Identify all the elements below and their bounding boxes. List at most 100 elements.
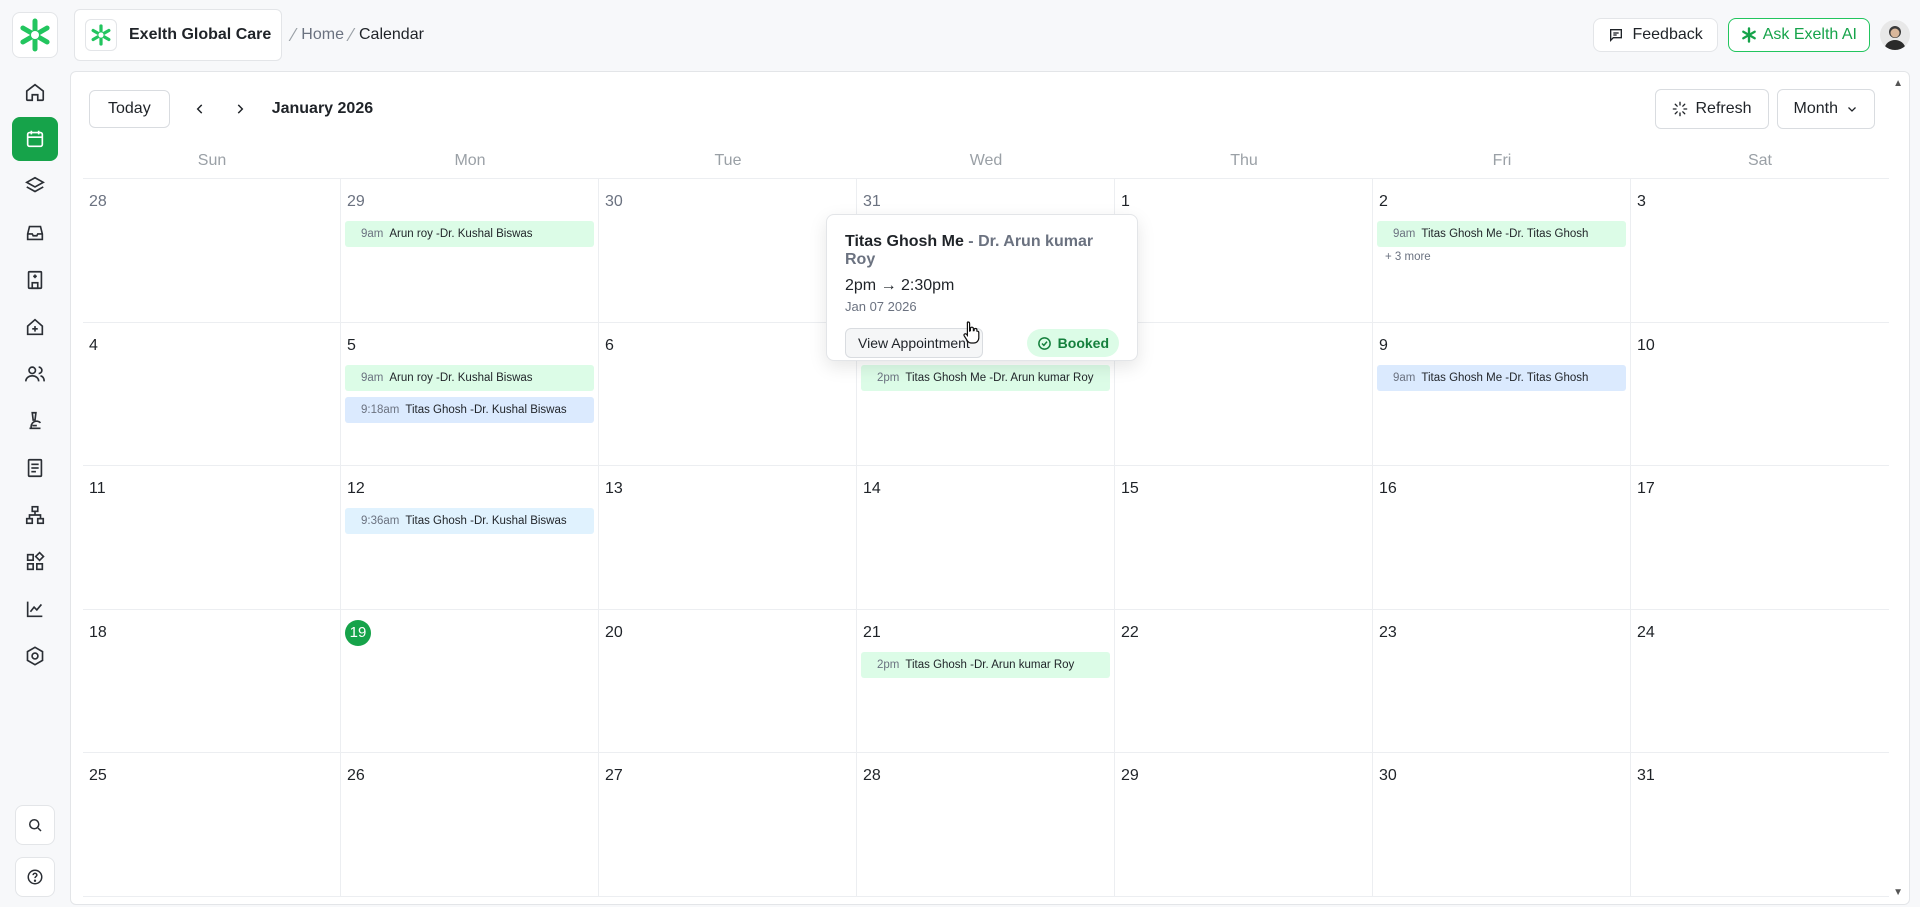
refresh-button[interactable]: Refresh [1654,89,1769,129]
sidebar-item-inbox[interactable] [12,211,58,255]
day-number: 29 [1121,767,1139,785]
day-cell[interactable]: 16 [1373,466,1631,610]
today-button[interactable]: Today [89,90,170,128]
calendar-event[interactable]: 9am Arun roy -Dr. Kushal Biswas [345,221,594,247]
sidebar-item-layers[interactable] [12,164,58,208]
day-number: 9 [1379,336,1388,354]
day-cell[interactable]: 14 [857,466,1115,610]
event-title: Titas Ghosh -Dr. Arun kumar Roy [905,658,1075,671]
day-number: 23 [1379,623,1397,641]
popover-patient: Titas Ghosh Me [845,233,964,250]
day-cell[interactable]: 28 [857,753,1115,897]
calendar-event[interactable]: 2pm Titas Ghosh Me -Dr. Arun kumar Roy [861,364,1110,391]
day-cell[interactable]: 29 9am Arun roy -Dr. Kushal Biswas [341,179,599,323]
breadcrumb-home[interactable]: Home [301,26,344,44]
calendar-event[interactable]: 9:36am Titas Ghosh -Dr. Kushal Biswas [345,508,594,535]
day-cell[interactable]: 8 [1115,322,1373,467]
weekday-label: Sat [1747,152,1772,169]
popover-date: Jan 07 2026 [845,299,917,314]
day-cell[interactable]: 6 [599,322,857,467]
day-cell[interactable]: 30 [1373,753,1631,897]
view-select[interactable]: Month [1776,89,1875,129]
day-cell[interactable]: 1 [1115,179,1373,323]
sidebar-item-users[interactable] [12,352,58,396]
hierarchy-icon [25,505,45,525]
sidebar-item-widgets[interactable] [12,540,58,584]
feedback-button[interactable]: Feedback [1593,18,1718,52]
prev-month-button[interactable] [182,91,218,127]
day-cell[interactable]: 21 2pm Titas Ghosh -Dr. Arun kumar Roy [857,609,1115,754]
popover-title: Titas Ghosh Me - Dr. Arun kumar Roy [845,233,1119,269]
day-cell[interactable]: 13 [599,466,857,610]
more-events-link[interactable]: + 3 more [1385,251,1626,263]
search-button[interactable] [15,805,55,845]
settings-icon [26,646,44,666]
day-cell[interactable]: 22 [1115,609,1373,754]
scrollbar-down-arrow[interactable]: ▼ [1893,887,1903,898]
day-cell[interactable]: 10 [1631,323,1889,467]
sidebar-item-settings[interactable] [12,634,58,678]
day-cell[interactable]: 23 [1373,609,1631,754]
day-cell[interactable]: 18 [83,609,341,754]
ask-ai-button[interactable]: Ask Exelth AI [1727,18,1870,52]
chevron-right-icon [237,104,244,114]
day-cell[interactable]: 24 [1631,610,1889,754]
sidebar-item-calendar[interactable] [12,117,58,161]
current-month-label: January 2026 [271,100,374,117]
day-cell[interactable]: 17 [1631,466,1889,610]
day-cell[interactable]: 31 [1631,753,1889,897]
microscope-icon [29,411,42,430]
breadcrumb-separator-icon: ⁄ [292,24,296,45]
org-switcher[interactable]: Exelth Global Care [74,9,283,61]
sidebar-item-hierarchy[interactable] [12,493,58,537]
event-list: 9:36am Titas Ghosh -Dr. Kushal Biswas [345,508,594,535]
day-cell[interactable]: 28 [83,179,341,323]
day-cell[interactable]: 3 [1631,179,1889,323]
layers-icon [25,176,45,193]
sidebar-item-home[interactable] [12,70,58,114]
calendar-event[interactable]: 9:18am Titas Ghosh -Dr. Kushal Biswas [345,396,594,423]
day-cell[interactable]: 4 [83,322,341,467]
day-cell[interactable]: 11 [83,466,341,610]
calendar-event[interactable]: 9am Arun roy -Dr. Kushal Biswas [345,364,594,391]
next-month-button[interactable] [222,91,258,127]
sidebar-item-lab[interactable] [12,399,58,443]
calendar-event[interactable]: 2pm Titas Ghosh -Dr. Arun kumar Roy [861,651,1110,678]
weekday-label: Sun [197,152,227,169]
breadcrumb-separator-icon: ⁄ [349,24,353,45]
day-number: 16 [1379,480,1397,498]
calendar-event[interactable]: 9am Titas Ghosh Me -Dr. Titas Ghosh [1377,221,1626,247]
day-number: 10 [1637,336,1655,354]
day-cell[interactable]: 9 9am Titas Ghosh Me -Dr. Titas Ghosh [1373,322,1631,467]
day-cell[interactable]: 25 [83,753,341,897]
day-cell[interactable]: 12 9:36am Titas Ghosh -Dr. Kushal Biswas [341,466,599,610]
weekday-label: Tue [714,152,742,169]
today-day-number: 19 [345,619,371,646]
app-logo[interactable] [12,12,58,58]
day-cell[interactable]: 15 [1115,466,1373,610]
event-time: 9am [361,371,384,384]
day-cell[interactable]: 20 [599,609,857,754]
day-cell[interactable]: 30 [599,179,857,323]
day-cell[interactable]: 5 9am Arun roy -Dr. Kushal Biswas 9:18am Tit… [341,322,599,467]
sidebar-item-records[interactable] [12,446,58,490]
sidebar-item-clinic[interactable] [12,305,58,349]
event-title: Arun roy -Dr. Kushal Biswas [389,228,533,240]
day-number: 27 [605,767,623,785]
sidebar-item-analytics[interactable] [12,587,58,631]
day-number: 22 [1121,623,1139,641]
day-cell[interactable]: 26 [341,753,599,897]
sidebar-item-hospital[interactable] [12,258,58,302]
event-list: 9am Arun roy -Dr. Kushal Biswas 9:18am Tita… [345,364,594,423]
day-number: 29 [347,193,365,210]
calendar-event[interactable]: 9am Titas Ghosh Me -Dr. Titas Ghosh [1377,364,1626,391]
day-cell[interactable]: 2 9am Titas Ghosh Me -Dr. Titas Ghosh + 3 m… [1373,179,1631,323]
sidebar-bottom [15,805,55,897]
help-button[interactable] [15,857,55,897]
day-cell[interactable]: 27 [599,753,857,897]
scrollbar-up-arrow[interactable]: ▲ [1893,78,1903,89]
day-number: 21 [863,623,881,641]
user-avatar[interactable] [1880,20,1910,50]
day-cell[interactable]: 19 [341,609,599,754]
day-cell[interactable]: 29 [1115,753,1373,897]
